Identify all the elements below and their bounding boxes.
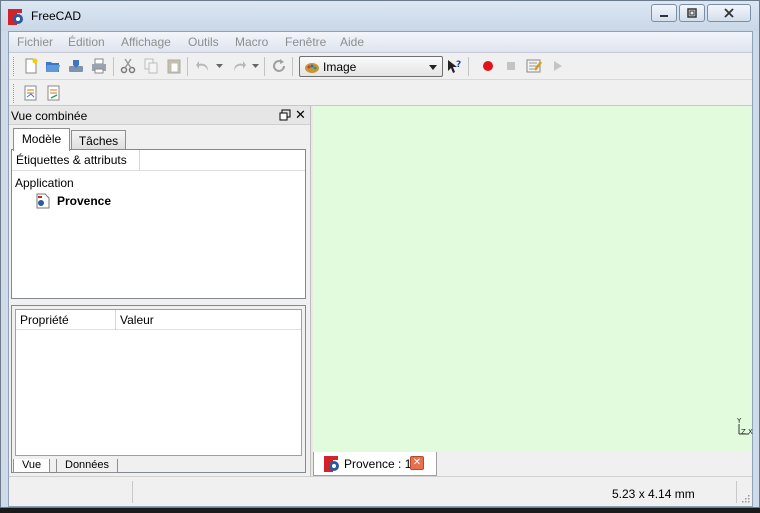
menu-edition[interactable]: Édition — [68, 35, 105, 49]
close-tab-icon[interactable]: ✕ — [410, 456, 424, 470]
run-macro-icon[interactable] — [550, 58, 566, 74]
close-window-button[interactable] — [707, 4, 751, 22]
status-separator — [132, 481, 133, 503]
client-area: Fichier Édition Affichage Outils Macro F… — [8, 31, 753, 507]
column-valeur[interactable]: Valeur — [116, 310, 158, 330]
tree-header: Étiquettes & attributs — [12, 150, 305, 171]
svg-text:?: ? — [456, 60, 461, 70]
menu-outils[interactable]: Outils — [188, 35, 219, 49]
window-title: FreeCAD — [31, 9, 82, 23]
workbench-selector[interactable]: Image — [299, 56, 443, 77]
tab-vue[interactable]: Vue — [13, 459, 51, 473]
menu-fichier[interactable]: Fichier — [17, 35, 53, 49]
toolbar-grip[interactable] — [13, 57, 16, 76]
combo-view-title: Vue combinée — [11, 109, 88, 123]
close-icon — [724, 8, 734, 18]
paste-icon[interactable] — [166, 58, 182, 74]
open-image-icon[interactable] — [23, 85, 39, 101]
close-panel-icon[interactable]: ✕ — [295, 107, 306, 123]
print-icon[interactable] — [91, 58, 107, 74]
image-toolbar — [9, 80, 752, 106]
document-tab-bar: Provence : 1 ✕ — [313, 452, 752, 476]
new-icon[interactable] — [23, 58, 39, 74]
redo-dropdown-icon[interactable] — [252, 64, 260, 70]
main-window: FreeCAD Fichier Édition Affichage Outils… — [0, 0, 760, 508]
status-separator — [736, 481, 737, 503]
refresh-icon[interactable] — [271, 58, 287, 74]
tab-taches[interactable]: Tâches — [71, 130, 126, 151]
toolbar-grip[interactable] — [13, 84, 16, 103]
resize-grip-icon[interactable] — [740, 493, 750, 503]
whats-this-icon[interactable]: ? — [446, 58, 462, 74]
undock-icon[interactable] — [279, 109, 291, 121]
undo-dropdown-icon[interactable] — [216, 64, 224, 70]
maximize-button[interactable] — [679, 4, 705, 22]
combo-view-header[interactable]: Vue combinée ✕ — [9, 106, 310, 125]
freecad-logo-icon — [324, 456, 339, 472]
undo-icon[interactable] — [195, 58, 211, 74]
freecad-logo-icon — [8, 9, 23, 25]
tab-modele[interactable]: Modèle — [13, 128, 70, 151]
tree-column-labels[interactable]: Étiquettes & attributs — [12, 150, 140, 171]
workbench-label: Image — [323, 60, 357, 74]
chevron-down-icon — [429, 65, 437, 70]
menu-affichage[interactable]: Affichage — [121, 35, 171, 49]
model-tree: Étiquettes & attributs Application Prove… — [11, 149, 306, 299]
edit-macro-icon[interactable] — [526, 58, 542, 74]
image-workbench-icon — [305, 63, 319, 73]
copy-icon[interactable] — [143, 58, 159, 74]
document-tab[interactable]: Provence : 1 ✕ — [313, 452, 437, 476]
menu-aide[interactable]: Aide — [340, 35, 364, 49]
property-view: Propriété Valeur Vue Données — [11, 305, 306, 473]
save-icon[interactable] — [68, 58, 84, 74]
dimension-readout: 5.23 x 4.14 mm — [612, 487, 695, 501]
tree-root-application[interactable]: Application — [15, 176, 74, 190]
axis-z-label: Z — [741, 428, 746, 436]
axis-x-label: X — [748, 428, 753, 436]
property-header: Propriété Valeur — [16, 310, 301, 330]
column-propriete[interactable]: Propriété — [16, 310, 116, 330]
restore-icon — [687, 8, 697, 18]
property-table: Propriété Valeur — [15, 309, 302, 456]
title-bar[interactable]: FreeCAD — [1, 1, 759, 31]
minimize-button[interactable] — [651, 4, 677, 22]
document-tab-label: Provence : 1 — [344, 457, 412, 471]
document-icon — [36, 193, 50, 209]
create-image-plane-icon[interactable] — [46, 85, 62, 101]
document-label: Provence — [57, 194, 112, 208]
axis-cross-icon: Y Z X — [736, 418, 753, 436]
main-toolbar: Image ? — [9, 53, 752, 80]
toolbar-separator — [113, 57, 114, 76]
toolbar-separator — [264, 57, 265, 76]
redo-icon[interactable] — [231, 58, 247, 74]
record-macro-icon[interactable] — [480, 58, 496, 74]
3d-viewport[interactable]: Y Z X — [313, 106, 753, 452]
cut-icon[interactable] — [120, 58, 136, 74]
toolbar-separator — [187, 57, 188, 76]
toolbar-separator — [292, 57, 293, 76]
status-bar: 5.23 x 4.14 mm — [9, 476, 752, 506]
combo-view-panel: Vue combinée ✕ Modèle Tâches Étiquettes … — [9, 106, 311, 476]
menu-fenetre[interactable]: Fenêtre — [285, 35, 326, 49]
menu-bar: Fichier Édition Affichage Outils Macro F… — [9, 32, 752, 53]
toolbar-separator — [468, 57, 469, 76]
minimize-icon — [660, 15, 668, 17]
menu-macro[interactable]: Macro — [235, 35, 268, 49]
open-icon[interactable] — [45, 58, 61, 74]
tab-donnees[interactable]: Données — [56, 459, 119, 473]
stop-macro-icon[interactable] — [503, 58, 519, 74]
axis-y-label: Y — [736, 418, 742, 425]
